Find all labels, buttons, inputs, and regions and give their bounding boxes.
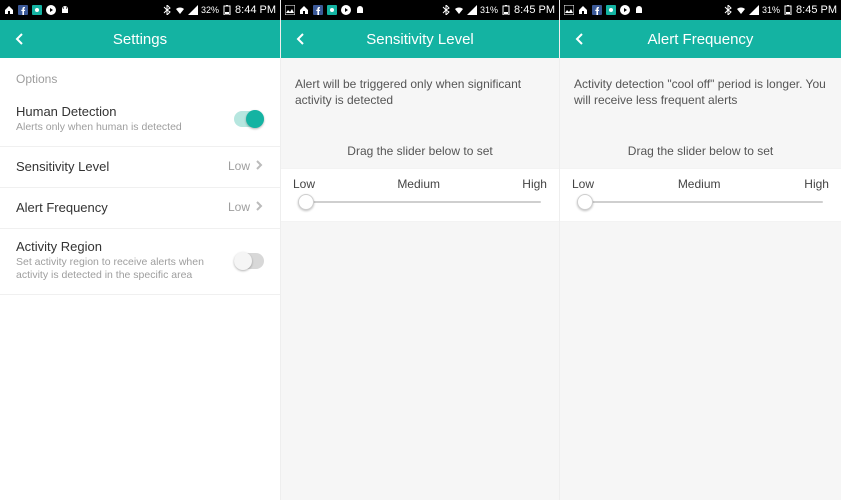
- home-icon: [4, 5, 14, 15]
- battery-pct: 31%: [762, 5, 780, 15]
- slider-card: Low Medium High: [281, 168, 559, 222]
- battery-pct: 32%: [201, 5, 219, 15]
- home-icon: [578, 5, 588, 15]
- wifi-icon: [175, 5, 185, 15]
- bluetooth-icon: [723, 5, 733, 15]
- facebook-icon: [313, 5, 323, 15]
- camera-icon: [32, 5, 42, 15]
- drag-instruction: Drag the slider below to set: [281, 116, 559, 168]
- picture-icon: [564, 5, 574, 15]
- play-icon: [46, 5, 56, 15]
- play-icon: [341, 5, 351, 15]
- slider-label-low: Low: [572, 177, 594, 191]
- slider-label-high: High: [522, 177, 547, 191]
- home-icon: [299, 5, 309, 15]
- item-activity-region[interactable]: Activity Region Set activity region to r…: [0, 229, 280, 295]
- pane-sensitivity: 31% 8:45 PM Sensitivity Level Alert will…: [281, 0, 560, 500]
- slider-thumb[interactable]: [577, 194, 593, 210]
- back-button[interactable]: [281, 20, 321, 58]
- clock: 8:44 PM: [235, 4, 276, 16]
- item-title: Activity Region: [16, 239, 226, 254]
- item-title: Alert Frequency: [16, 200, 220, 215]
- app-header: Settings: [0, 20, 280, 58]
- bluetooth-icon: [162, 5, 172, 15]
- description: Activity detection "cool off" period is …: [560, 58, 841, 116]
- page-title: Sensitivity Level: [281, 31, 559, 48]
- app-header: Alert Frequency: [560, 20, 841, 58]
- camera-icon: [327, 5, 337, 15]
- picture-icon: [285, 5, 295, 15]
- item-subtitle: Set activity region to receive alerts wh…: [16, 256, 226, 282]
- bluetooth-icon: [441, 5, 451, 15]
- battery-icon: [501, 5, 511, 15]
- slider[interactable]: [299, 201, 541, 203]
- signal-icon: [749, 5, 759, 15]
- clock: 8:45 PM: [796, 4, 837, 16]
- pane-alert-frequency: 31% 8:45 PM Alert Frequency Activity det…: [560, 0, 841, 500]
- android-icon: [634, 5, 644, 15]
- battery-icon: [783, 5, 793, 15]
- signal-icon: [467, 5, 477, 15]
- app-header: Sensitivity Level: [281, 20, 559, 58]
- clock: 8:45 PM: [514, 4, 555, 16]
- chevron-right-icon: [254, 157, 264, 175]
- android-icon: [60, 5, 70, 15]
- wifi-icon: [736, 5, 746, 15]
- slider-label-medium: Medium: [678, 177, 721, 191]
- chevron-right-icon: [254, 198, 264, 216]
- status-bar: 31% 8:45 PM: [281, 0, 559, 20]
- drag-instruction: Drag the slider below to set: [560, 116, 841, 168]
- item-title: Sensitivity Level: [16, 159, 220, 174]
- slider-label-high: High: [804, 177, 829, 191]
- description: Alert will be triggered only when signif…: [281, 58, 559, 116]
- status-bar: 32% 8:44 PM: [0, 0, 280, 20]
- settings-list: Options Human Detection Alerts only when…: [0, 58, 280, 295]
- pane-settings: 32% 8:44 PM Settings Options Human Detec…: [0, 0, 281, 500]
- item-value: Low: [228, 159, 250, 173]
- status-bar: 31% 8:45 PM: [560, 0, 841, 20]
- slider-card: Low Medium High: [560, 168, 841, 222]
- signal-icon: [188, 5, 198, 15]
- facebook-icon: [18, 5, 28, 15]
- back-button[interactable]: [560, 20, 600, 58]
- toggle-activity-region[interactable]: [234, 253, 264, 269]
- slider-label-low: Low: [293, 177, 315, 191]
- item-value: Low: [228, 200, 250, 214]
- toggle-human-detection[interactable]: [234, 111, 264, 127]
- slider[interactable]: [578, 201, 823, 203]
- battery-icon: [222, 5, 232, 15]
- wifi-icon: [454, 5, 464, 15]
- android-icon: [355, 5, 365, 15]
- item-human-detection[interactable]: Human Detection Alerts only when human i…: [0, 94, 280, 147]
- item-title: Human Detection: [16, 104, 226, 119]
- section-label: Options: [0, 58, 280, 94]
- item-subtitle: Alerts only when human is detected: [16, 121, 226, 134]
- camera-icon: [606, 5, 616, 15]
- item-alert-frequency[interactable]: Alert Frequency Low: [0, 188, 280, 229]
- item-sensitivity-level[interactable]: Sensitivity Level Low: [0, 147, 280, 188]
- page-title: Alert Frequency: [560, 31, 841, 48]
- page-title: Settings: [0, 31, 280, 48]
- battery-pct: 31%: [480, 5, 498, 15]
- play-icon: [620, 5, 630, 15]
- facebook-icon: [592, 5, 602, 15]
- slider-label-medium: Medium: [397, 177, 440, 191]
- slider-thumb[interactable]: [298, 194, 314, 210]
- back-button[interactable]: [0, 20, 40, 58]
